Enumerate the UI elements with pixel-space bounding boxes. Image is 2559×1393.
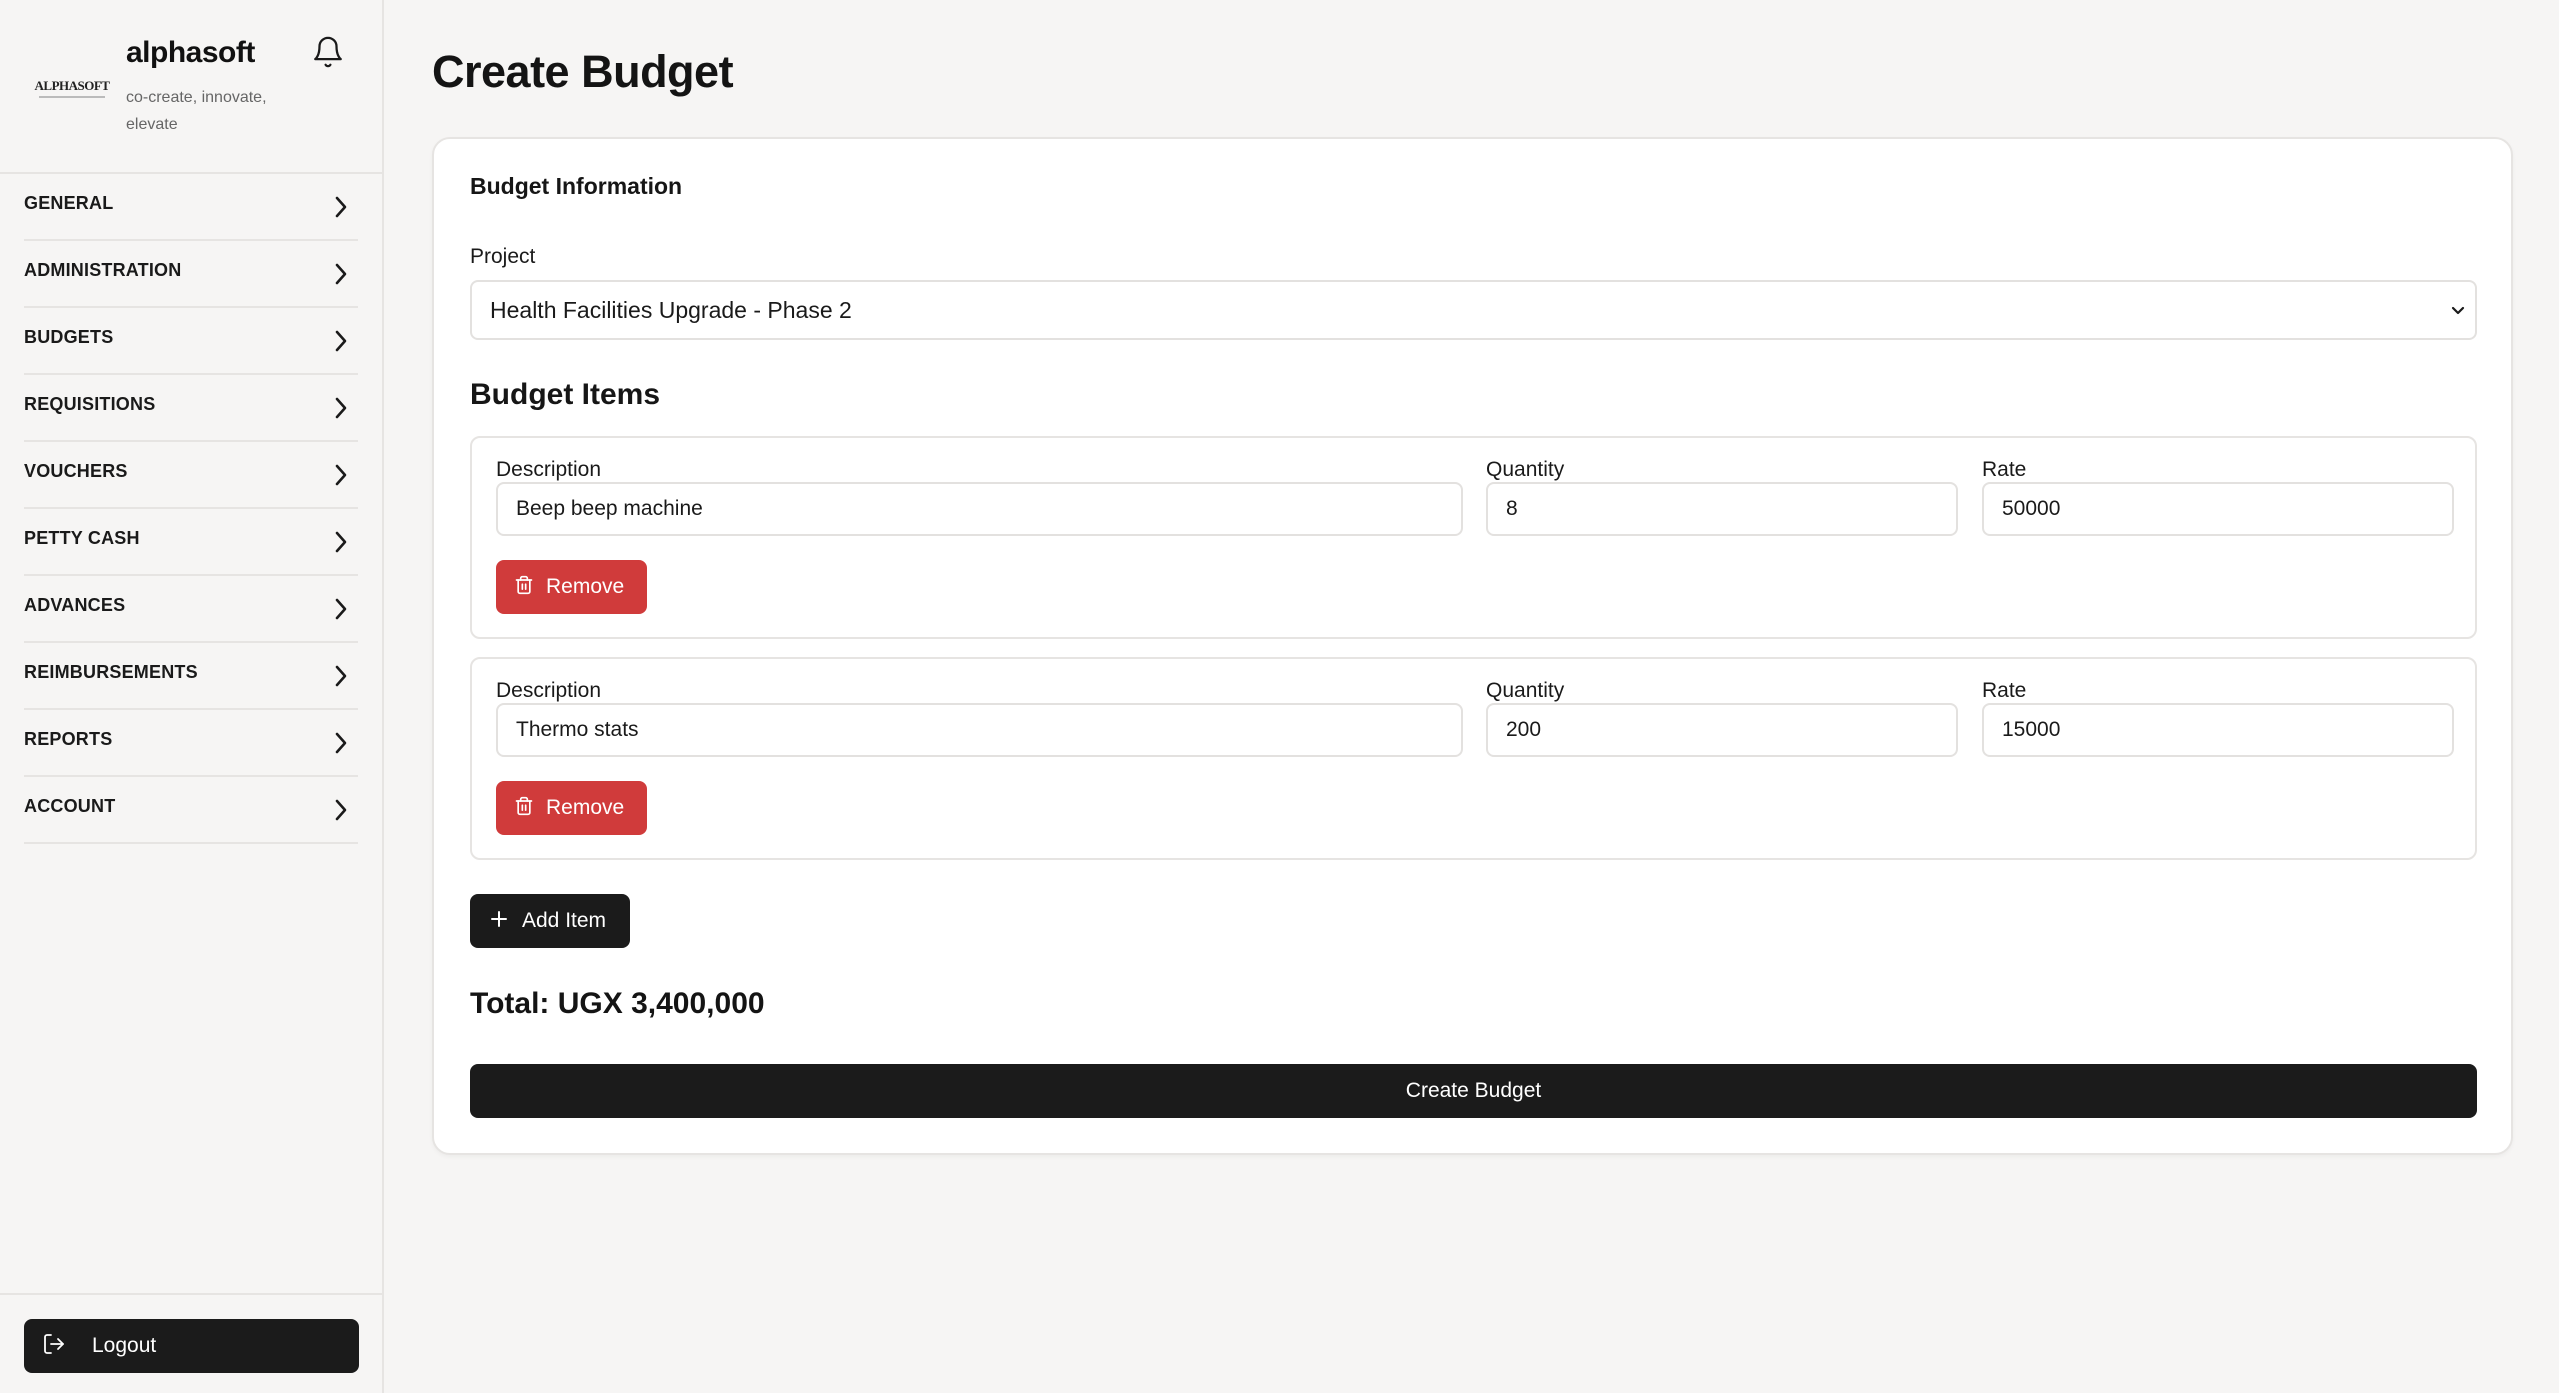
brand-logo-underline [39, 96, 105, 98]
sidebar-item-vouchers[interactable]: VOUCHERS [24, 442, 358, 509]
chevron-right-icon [330, 596, 352, 622]
quantity-label: Quantity [1486, 679, 1565, 702]
chevron-right-icon [330, 395, 352, 421]
budget-item-row: Description Quantity Rate Thermo stats 2… [470, 657, 2477, 860]
sidebar-item-label: REIMBURSEMENTS [24, 662, 198, 682]
chevron-right-icon [330, 261, 352, 287]
chevron-right-icon [330, 462, 352, 488]
sidebar-item-administration[interactable]: ADMINISTRATION [24, 241, 358, 308]
remove-item-label: Remove [546, 575, 625, 598]
chevron-right-icon [330, 797, 352, 823]
sidebar-item-petty-cash[interactable]: PETTY CASH [24, 509, 358, 576]
main-content: Create Budget Budget Information Project… [384, 0, 2559, 1393]
sidebar-item-label: ADVANCES [24, 595, 126, 615]
app-root: ALPHASOFT alphasoft co-create, innovate,… [0, 0, 2559, 1393]
sidebar-item-label: ADMINISTRATION [24, 260, 182, 280]
description-label: Description [496, 458, 602, 481]
sidebar-item-budgets[interactable]: BUDGETS [24, 308, 358, 375]
remove-item-button[interactable]: Remove [496, 560, 647, 614]
brand-tagline: co-create, innovate, elevate [126, 89, 267, 133]
project-label: Project [470, 245, 536, 268]
quantity-input[interactable]: 200 [1486, 703, 1958, 757]
budget-form-card: Budget Information Project Health Facili… [432, 137, 2513, 1155]
sidebar-item-label: ACCOUNT [24, 796, 116, 816]
sidebar-item-label: BUDGETS [24, 327, 114, 347]
sidebar-item-label: REQUISITIONS [24, 394, 156, 414]
budget-items-title: Budget Items [470, 378, 661, 411]
page-title: Create Budget [432, 46, 734, 97]
brand-header: ALPHASOFT alphasoft co-create, innovate,… [0, 0, 382, 174]
budget-total: Total: UGX 3,400,000 [470, 987, 765, 1020]
description-label: Description [496, 679, 602, 702]
logout-button[interactable]: Logout [24, 1319, 359, 1373]
rate-input[interactable]: 15000 [1982, 703, 2454, 757]
plus-icon [490, 910, 508, 933]
sidebar-nav: GENERAL ADMINISTRATION BUDGETS REQUISITI… [0, 174, 382, 844]
rate-input[interactable]: 50000 [1982, 482, 2454, 536]
trash-icon [514, 795, 534, 822]
sidebar-footer: Logout [0, 1293, 382, 1393]
sidebar-item-general[interactable]: GENERAL [24, 174, 358, 241]
brand-logo: ALPHASOFT [34, 76, 110, 100]
sidebar-item-reimbursements[interactable]: REIMBURSEMENTS [24, 643, 358, 710]
sidebar-item-advances[interactable]: ADVANCES [24, 576, 358, 643]
chevron-right-icon [330, 194, 352, 220]
sidebar-item-label: REPORTS [24, 729, 113, 749]
notifications-bell-icon[interactable] [310, 34, 346, 70]
project-select-value: Health Facilities Upgrade - Phase 2 [490, 296, 852, 323]
remove-item-button[interactable]: Remove [496, 781, 647, 835]
logout-icon [42, 1332, 66, 1361]
rate-label: Rate [1982, 679, 2027, 702]
chevron-down-icon [2447, 300, 2469, 322]
logout-label: Logout [92, 1334, 157, 1357]
budget-information-title: Budget Information [470, 173, 683, 199]
quantity-input[interactable]: 8 [1486, 482, 1958, 536]
budget-item-row: Description Quantity Rate Beep beep mach… [470, 436, 2477, 639]
rate-label: Rate [1982, 458, 2027, 481]
sidebar-item-reports[interactable]: REPORTS [24, 710, 358, 777]
chevron-right-icon [330, 730, 352, 756]
remove-item-label: Remove [546, 796, 625, 819]
create-budget-label: Create Budget [1405, 1079, 1542, 1102]
description-input[interactable]: Beep beep machine [496, 482, 1463, 536]
project-select[interactable]: Health Facilities Upgrade - Phase 2 [470, 280, 2477, 340]
brand-name: alphasoft [126, 36, 255, 69]
sidebar-item-label: PETTY CASH [24, 528, 140, 548]
add-item-button[interactable]: Add Item [470, 894, 630, 948]
create-budget-button[interactable]: Create Budget [470, 1064, 2477, 1118]
chevron-right-icon [330, 328, 352, 354]
sidebar: ALPHASOFT alphasoft co-create, innovate,… [0, 0, 384, 1393]
chevron-right-icon [330, 529, 352, 555]
description-input[interactable]: Thermo stats [496, 703, 1463, 757]
add-item-label: Add Item [522, 909, 607, 932]
trash-icon [514, 574, 534, 601]
chevron-right-icon [330, 663, 352, 689]
sidebar-item-account[interactable]: ACCOUNT [24, 777, 358, 844]
sidebar-item-label: GENERAL [24, 193, 114, 213]
quantity-label: Quantity [1486, 458, 1565, 481]
sidebar-item-label: VOUCHERS [24, 461, 128, 481]
sidebar-item-requisitions[interactable]: REQUISITIONS [24, 375, 358, 442]
brand-logo-text: ALPHASOFT [34, 78, 110, 93]
